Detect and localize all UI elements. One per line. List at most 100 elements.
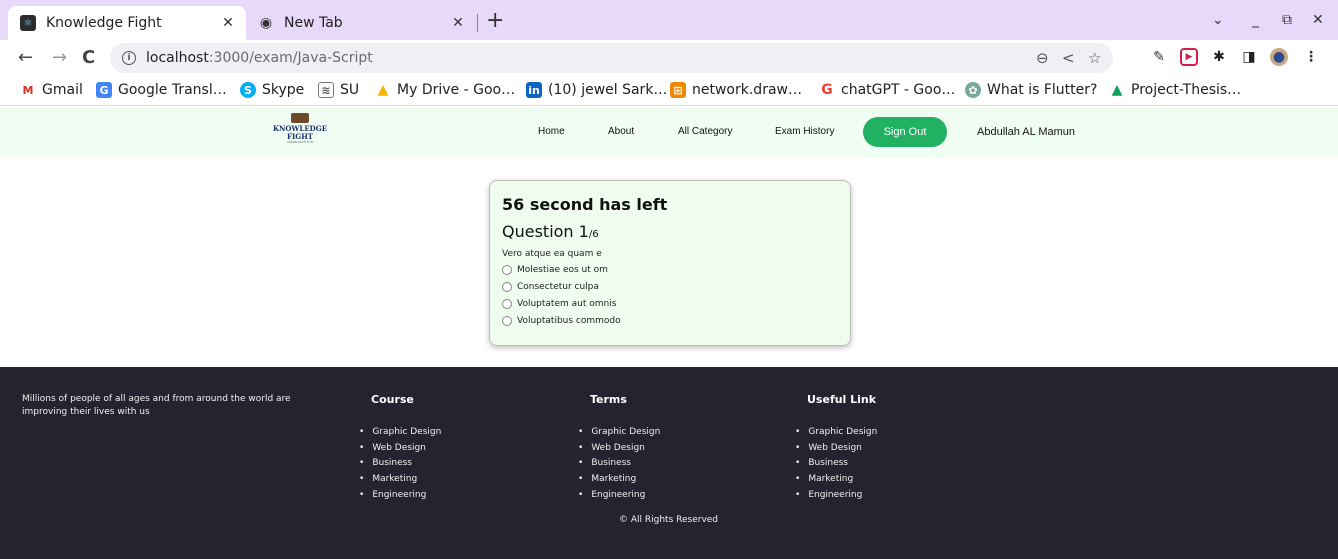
logo-line-3: LEARN WITH FUN xyxy=(287,140,313,144)
answer-option[interactable]: Voluptatibus commodo xyxy=(502,312,838,329)
footer-link[interactable]: Engineering xyxy=(578,488,660,504)
option-label: Molestiae eos ut om xyxy=(517,264,608,275)
chrome-favicon-icon: ◉ xyxy=(259,15,273,31)
bookmark-my-drive[interactable]: ▲ My Drive - Goo… xyxy=(375,82,515,98)
option-label: Voluptatibus commodo xyxy=(517,315,621,326)
footer-column-course: Course Graphic Design Web Design Busines… xyxy=(359,393,441,504)
footer-link-list: Graphic Design Web Design Business Marke… xyxy=(578,425,660,504)
menu-kebab-icon[interactable]: ⋮ xyxy=(1302,48,1320,66)
answer-option[interactable]: Molestiae eos ut om xyxy=(502,261,838,278)
react-favicon-icon: ⚛ xyxy=(20,15,36,31)
tab-knowledge-fight[interactable]: ⚛ Knowledge Fight ✕ xyxy=(8,6,246,40)
new-tab-icon[interactable]: + xyxy=(486,10,504,32)
footer-link[interactable]: Marketing xyxy=(795,472,877,488)
nav-exam-history[interactable]: Exam History xyxy=(775,126,834,137)
skype-icon: S xyxy=(240,82,256,98)
answer-options: Molestiae eos ut om Consectetur culpa Vo… xyxy=(502,261,838,329)
google-drive-icon: ▲ xyxy=(1111,82,1123,98)
linkedin-icon: in xyxy=(526,82,542,98)
footer-link-list: Graphic Design Web Design Business Marke… xyxy=(359,425,441,504)
bookmark-google-translate[interactable]: G Google Transl… xyxy=(96,82,227,98)
footer-column-title: Useful Link xyxy=(807,393,877,406)
bookmark-flutter[interactable]: ✿ What is Flutter? xyxy=(965,82,1097,98)
footer-link[interactable]: Business xyxy=(578,456,660,472)
extensions-puzzle-icon[interactable]: ✱ xyxy=(1210,48,1228,66)
bookmark-project-thesis[interactable]: ▲ Project-Thesis… xyxy=(1109,82,1242,98)
bookmark-label: Gmail xyxy=(42,82,83,98)
site-header: KNOWLEDGE FIGHT LEARN WITH FUN Home Abou… xyxy=(0,107,1338,158)
footer-link[interactable]: Graphic Design xyxy=(578,425,660,441)
bookmark-label: SU xyxy=(340,82,360,98)
nav-all-category[interactable]: All Category xyxy=(678,126,732,137)
window-close-icon[interactable]: ✕ xyxy=(1312,12,1324,28)
footer-column-useful-link: Useful Link Graphic Design Web Design Bu… xyxy=(795,393,877,504)
tab-title: Knowledge Fight xyxy=(46,15,162,31)
close-tab-icon[interactable]: ✕ xyxy=(450,15,466,31)
bookmark-linkedin[interactable]: in (10) jewel Sark… xyxy=(526,82,667,98)
browser-toolbar: ← → C i localhost:3000/exam/Java-Script … xyxy=(0,40,1338,78)
reload-icon[interactable]: C xyxy=(82,49,95,67)
exam-card: 56 second has left Question 1/6 Vero atq… xyxy=(489,180,851,346)
footer-column-title: Terms xyxy=(590,393,627,406)
profile-avatar-icon[interactable]: ● xyxy=(1270,48,1288,66)
nav-home[interactable]: Home xyxy=(538,126,565,137)
footer-about: Millions of people of all ages and from … xyxy=(22,394,291,417)
footer-link[interactable]: Graphic Design xyxy=(359,425,441,441)
bookmark-label: Project-Thesis… xyxy=(1131,82,1242,98)
nav-about[interactable]: About xyxy=(608,126,634,137)
google-icon: G xyxy=(821,82,833,98)
bookmarks-bar: M Gmail G Google Transl… S Skype ≋ SU ▲ … xyxy=(0,78,1338,106)
su-icon: ≋ xyxy=(318,82,334,98)
tab-search-chevron-icon[interactable]: ⌄ xyxy=(1212,12,1224,28)
bookmark-label: (10) jewel Sark… xyxy=(548,82,668,98)
radio-button[interactable] xyxy=(502,298,512,309)
site-info-icon[interactable]: i xyxy=(122,51,136,65)
footer-link[interactable]: Business xyxy=(359,456,441,472)
tab-separator xyxy=(477,14,478,32)
address-bar[interactable]: i localhost:3000/exam/Java-Script xyxy=(110,43,1113,73)
minimize-icon[interactable]: _ xyxy=(1252,12,1259,28)
side-panel-icon[interactable]: ◨ xyxy=(1240,48,1258,66)
share-icon[interactable]: < xyxy=(1062,49,1075,67)
tab-new-tab[interactable]: ◉ New Tab ✕ xyxy=(250,6,476,40)
bookmark-skype[interactable]: S Skype xyxy=(240,82,304,98)
radio-button[interactable] xyxy=(502,315,512,326)
restore-icon[interactable]: ⧉ xyxy=(1282,12,1292,28)
logo-line-2: FIGHT xyxy=(286,132,314,141)
footer-link[interactable]: Graphic Design xyxy=(795,425,877,441)
extension-mic-icon[interactable]: ✎ xyxy=(1150,48,1168,66)
footer-link[interactable]: Business xyxy=(795,456,877,472)
bookmark-gmail[interactable]: M Gmail xyxy=(20,82,83,98)
footer-link[interactable]: Engineering xyxy=(359,488,441,504)
copyright-text: © All Rights Reserved xyxy=(619,515,719,525)
url-host: localhost xyxy=(146,50,209,66)
footer-column-title: Course xyxy=(371,393,414,406)
footer-column-terms: Terms Graphic Design Web Design Business… xyxy=(578,393,660,504)
footer-link[interactable]: Web Design xyxy=(795,441,877,457)
chatgpt-icon: ✿ xyxy=(965,82,981,98)
sign-out-button[interactable]: Sign Out xyxy=(863,117,947,147)
footer-link[interactable]: Web Design xyxy=(359,441,441,457)
radio-button[interactable] xyxy=(502,264,512,275)
footer-link[interactable]: Web Design xyxy=(578,441,660,457)
footer-link[interactable]: Marketing xyxy=(359,472,441,488)
zoom-icon[interactable]: ⊖ xyxy=(1036,49,1049,67)
book-icon xyxy=(291,113,309,123)
extension-video-icon[interactable]: ▶ xyxy=(1180,48,1198,66)
answer-option[interactable]: Consectetur culpa xyxy=(502,278,838,295)
radio-button[interactable] xyxy=(502,281,512,292)
site-logo[interactable]: KNOWLEDGE FIGHT LEARN WITH FUN xyxy=(266,113,334,153)
footer-link[interactable]: Engineering xyxy=(795,488,877,504)
option-label: Voluptatem aut omnis xyxy=(517,298,617,309)
forward-arrow-icon[interactable]: → xyxy=(52,49,67,67)
bookmark-su[interactable]: ≋ SU xyxy=(318,82,359,98)
footer-link[interactable]: Marketing xyxy=(578,472,660,488)
bookmark-star-icon[interactable]: ☆ xyxy=(1088,49,1101,67)
back-arrow-icon[interactable]: ← xyxy=(18,49,33,67)
bookmark-network-draw[interactable]: ⊞ network.draw… xyxy=(670,82,802,98)
browser-tab-bar: ⚛ Knowledge Fight ✕ ◉ New Tab ✕ + ⌄ _ ⧉ … xyxy=(0,0,1338,40)
site-footer: Millions of people of all ages and from … xyxy=(0,367,1338,559)
answer-option[interactable]: Voluptatem aut omnis xyxy=(502,295,838,312)
bookmark-chatgpt[interactable]: G chatGPT - Goo… xyxy=(819,82,955,98)
close-tab-icon[interactable]: ✕ xyxy=(220,15,236,31)
